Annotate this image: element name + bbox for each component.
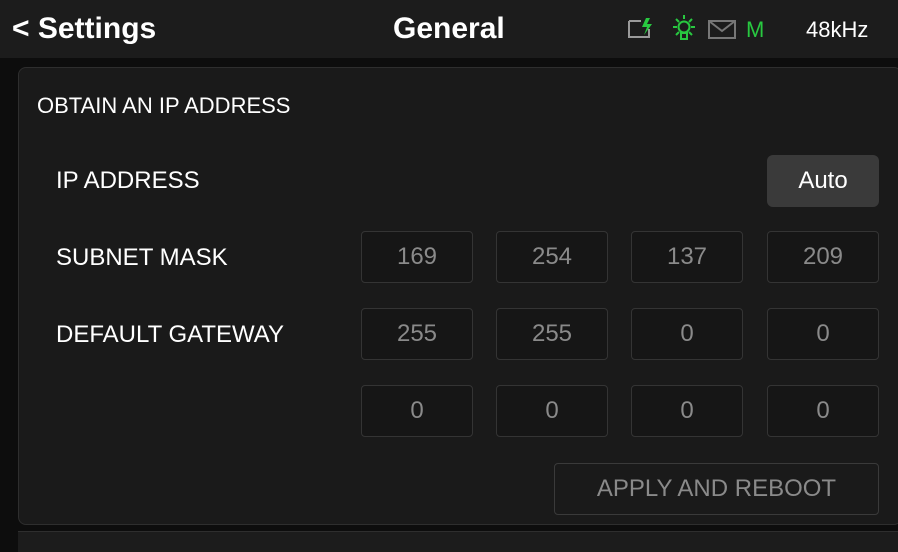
extra-octet-1[interactable]: 0 [361, 385, 473, 437]
apply-and-reboot-button[interactable]: APPLY AND REBOOT [554, 463, 879, 515]
battery-charging-icon [626, 14, 656, 44]
extra-octet-3[interactable]: 0 [631, 385, 743, 437]
gateway-octet-3[interactable]: 0 [631, 308, 743, 360]
back-button[interactable]: < Settings [12, 12, 156, 46]
extra-octet-4[interactable]: 0 [767, 385, 879, 437]
next-panel-edge [18, 531, 898, 552]
subnet-octet-1[interactable]: 169 [361, 231, 473, 283]
ip-address-label: IP ADDRESS [56, 167, 200, 194]
extra-octet-2[interactable]: 0 [496, 385, 608, 437]
mail-icon [707, 14, 739, 44]
ip-settings-panel [18, 67, 898, 525]
mode-indicator: M [746, 17, 765, 42]
default-gateway-label: DEFAULT GATEWAY [56, 321, 285, 348]
ip-mode-button[interactable]: Auto [767, 155, 879, 207]
section-title: OBTAIN AN IP ADDRESS [37, 93, 291, 118]
lightbulb-icon [670, 14, 698, 44]
gateway-octet-4[interactable]: 0 [767, 308, 879, 360]
subnet-octet-4[interactable]: 209 [767, 231, 879, 283]
subnet-mask-label: SUBNET MASK [56, 244, 228, 271]
gateway-octet-2[interactable]: 255 [496, 308, 608, 360]
page-title: General [393, 12, 505, 45]
sample-rate: 48kHz [806, 17, 869, 42]
subnet-octet-2[interactable]: 254 [496, 231, 608, 283]
gateway-octet-1[interactable]: 255 [361, 308, 473, 360]
subnet-octet-3[interactable]: 137 [631, 231, 743, 283]
